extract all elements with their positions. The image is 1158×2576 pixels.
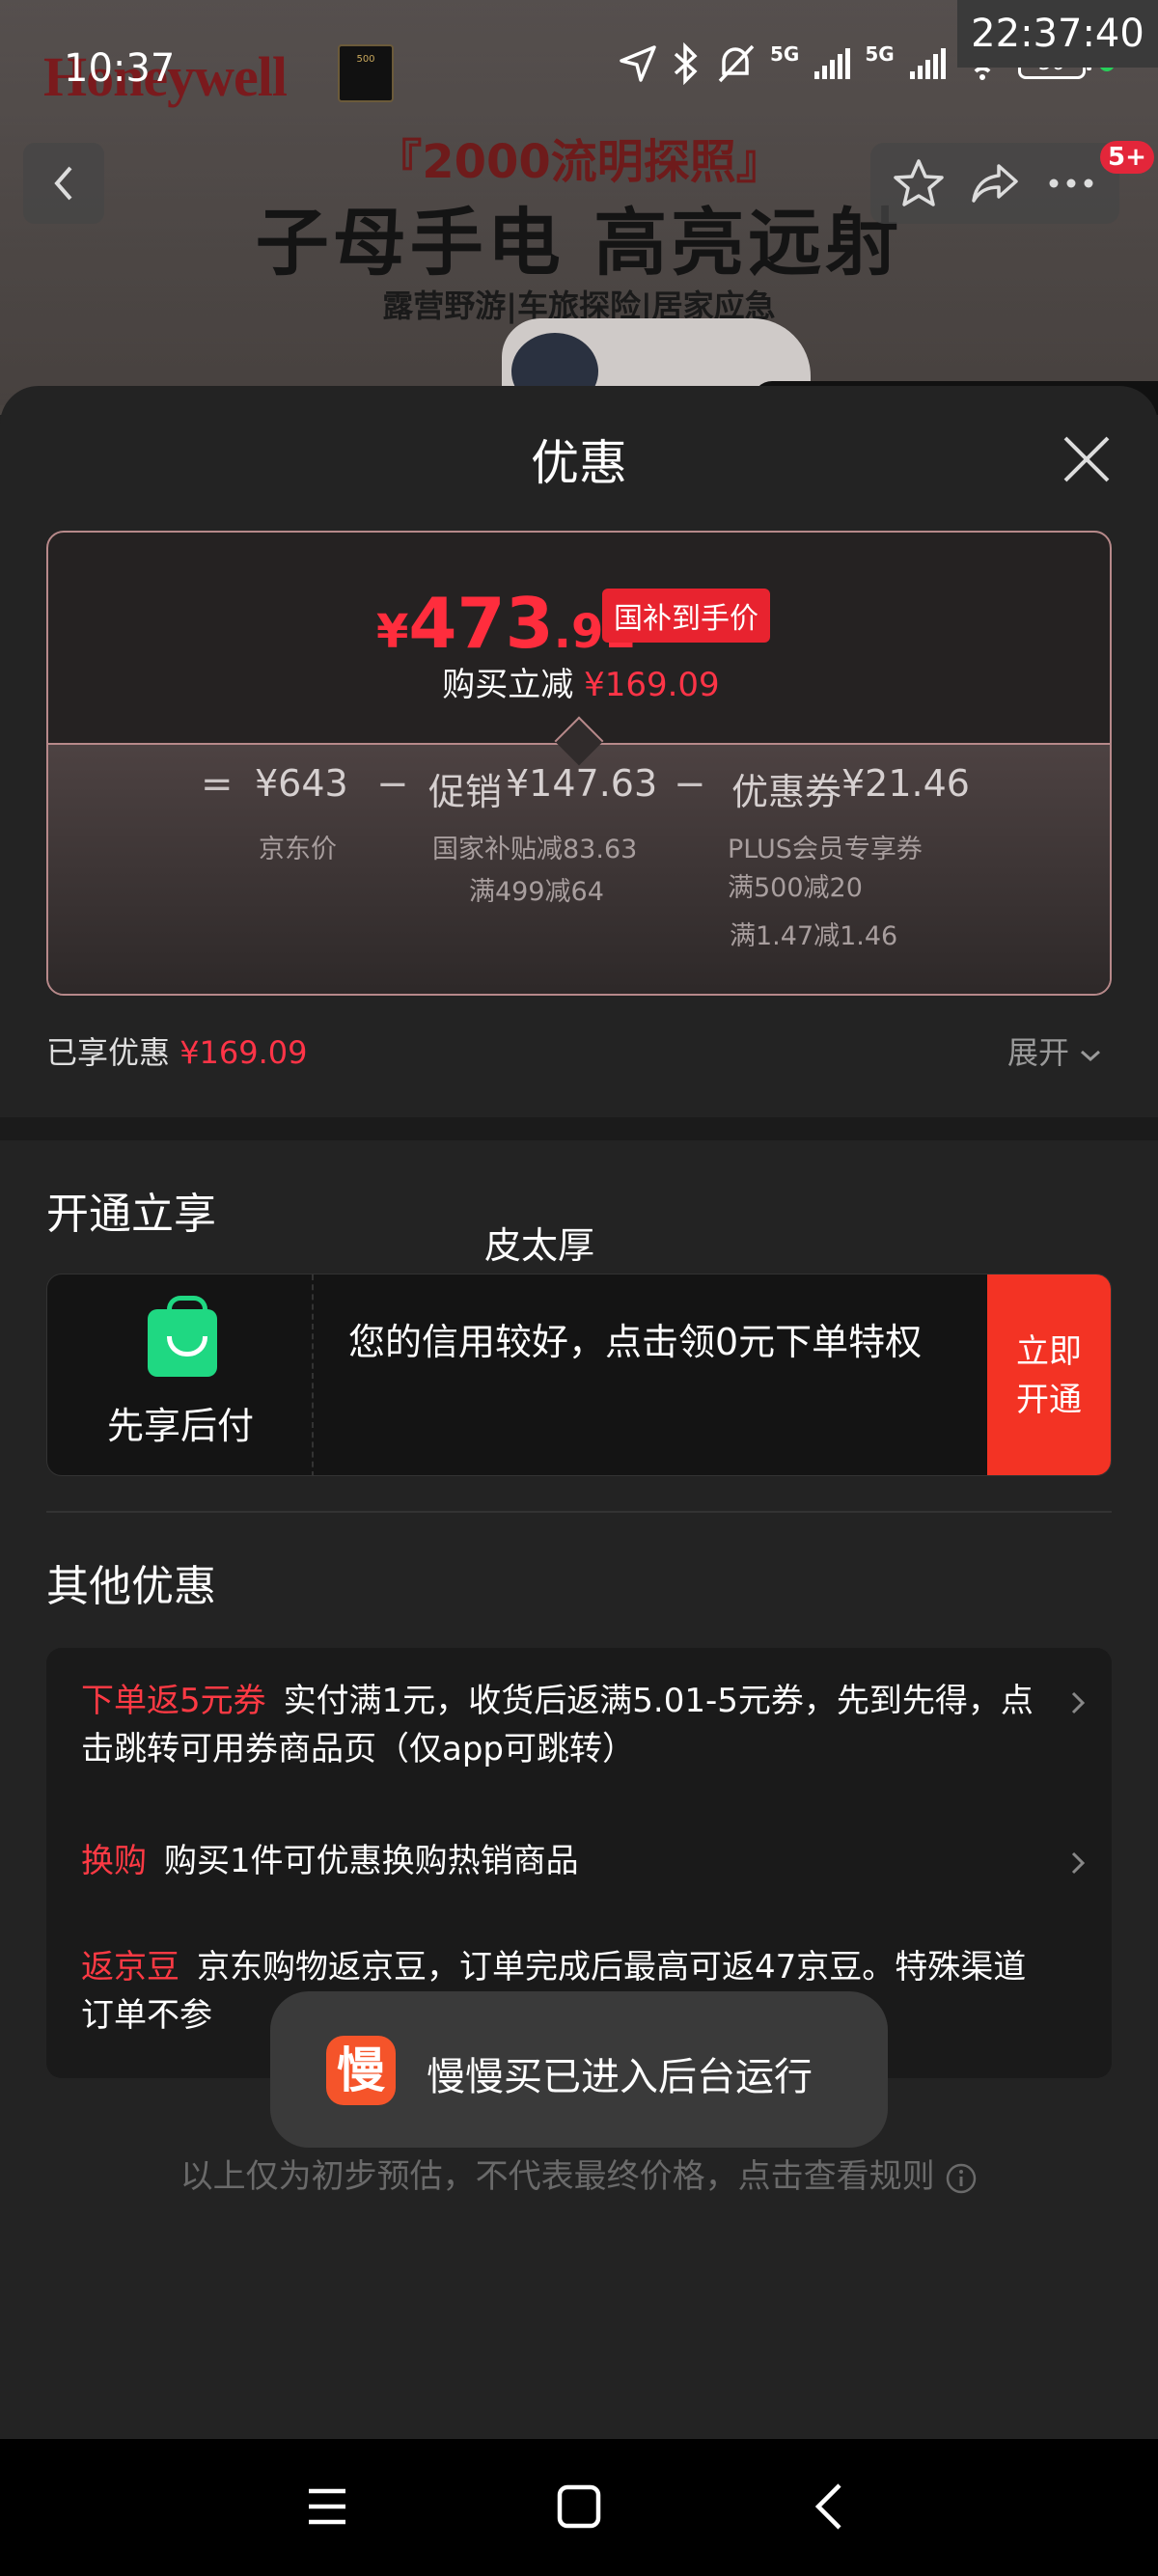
offer-tag: 下单返5元券 bbox=[81, 1682, 266, 1720]
minus-sign-1: − bbox=[376, 762, 409, 807]
star-icon[interactable] bbox=[892, 156, 946, 210]
chevron-left-icon bbox=[54, 166, 72, 201]
pay-later-description: 您的信用较好，点击领0元下单特权 bbox=[348, 1321, 923, 1363]
offer-text: 购买1件可优惠换购热销商品 bbox=[164, 1842, 579, 1880]
share-icon[interactable] bbox=[968, 156, 1022, 210]
more-icon[interactable] bbox=[1044, 156, 1098, 210]
subsidy-price-badge: 国补到手价 bbox=[602, 589, 770, 643]
jd-price-label: 京东价 bbox=[259, 835, 337, 864]
app-logo-icon: 慢 bbox=[326, 2036, 396, 2105]
offer-tag: 换购 bbox=[81, 1842, 147, 1880]
close-icon[interactable] bbox=[1058, 430, 1116, 488]
enjoyed-label: 已享优惠 bbox=[46, 1034, 171, 1071]
promo-value: ¥147.63 bbox=[506, 762, 658, 805]
activate-button[interactable]: 立即 开通 bbox=[987, 1274, 1111, 1475]
reduce-line: 购买立减 ¥169.09 bbox=[48, 658, 1110, 705]
top-actions bbox=[870, 143, 1119, 224]
divider bbox=[46, 1511, 1112, 1513]
expand-button[interactable]: 展开 bbox=[1007, 1028, 1102, 1073]
network-5g-2: 5G bbox=[865, 42, 895, 66]
offer-item-coupon[interactable]: 下单返5元券 实付满1元，收货后返满5.01-5元券，先到先得，点击跳转可用券商品… bbox=[81, 1677, 1056, 1773]
offer-item-exchange[interactable]: 换购 购买1件可优惠换购热销商品 bbox=[81, 1837, 1056, 1885]
reduce-amount: ¥169.09 bbox=[584, 666, 720, 704]
chevron-down-icon bbox=[1081, 1050, 1101, 1062]
signal-icon-2 bbox=[909, 48, 946, 79]
expand-label: 展开 bbox=[1007, 1034, 1070, 1071]
price-integer: 473 bbox=[408, 583, 554, 664]
reduce-label: 购买立减 bbox=[442, 666, 574, 704]
sheet-title: 优惠 bbox=[531, 435, 627, 491]
minus-sign-2: − bbox=[674, 762, 706, 807]
jd-price-value: ¥643 bbox=[255, 762, 348, 805]
pay-later-card[interactable]: 先享后付 您的信用较好，点击领0元下单特权 立即 开通 bbox=[46, 1274, 1112, 1476]
overlay-comment: 皮太厚 bbox=[484, 1224, 595, 1267]
promo-note-2: 满499减64 bbox=[469, 877, 604, 907]
enjoyed-discount: 已享优惠 ¥169.09 bbox=[46, 1028, 308, 1073]
status-time: 10:37 bbox=[64, 46, 176, 91]
bluetooth-icon bbox=[674, 42, 698, 85]
shopping-bag-icon bbox=[148, 1296, 217, 1377]
open-section-title: 开通立享 bbox=[46, 1190, 216, 1239]
offer-tag: 返京豆 bbox=[81, 1948, 179, 1987]
enjoyed-amount: ¥169.09 bbox=[179, 1034, 308, 1071]
activate-label-2: 开通 bbox=[1016, 1381, 1082, 1419]
location-icon bbox=[620, 45, 656, 82]
price-symbol: ¥ bbox=[376, 605, 409, 659]
award-badge-icon: 500 bbox=[338, 44, 394, 102]
coupon-note-1: PLUS会员专享券 bbox=[728, 835, 923, 864]
toast-text: 慢慢买已进入后台运行 bbox=[427, 2055, 813, 2099]
menu-icon[interactable] bbox=[305, 2485, 349, 2528]
final-price: ¥473.91 bbox=[376, 583, 636, 664]
network-5g: 5G bbox=[770, 42, 800, 66]
promo-label: 促销 bbox=[428, 771, 503, 813]
floating-clock: 22:37:40 bbox=[957, 0, 1158, 68]
pay-later-brand: 先享后付 bbox=[47, 1274, 314, 1475]
coupon-label: 优惠券 bbox=[731, 771, 842, 813]
notification-badge: 5+ bbox=[1100, 141, 1154, 174]
chevron-right-icon[interactable] bbox=[1063, 1849, 1092, 1877]
info-icon bbox=[947, 2163, 977, 2193]
price-card: ¥473.91 国补到手价 购买立减 ¥169.09 = ¥643 京东价 − … bbox=[46, 531, 1112, 996]
pay-later-name: 先享后付 bbox=[106, 1405, 254, 1447]
coupon-note-3: 满1.47减1.46 bbox=[730, 921, 898, 951]
back-button[interactable] bbox=[23, 143, 104, 224]
signal-icon bbox=[814, 48, 851, 79]
coupon-note-2: 满500减20 bbox=[728, 873, 863, 903]
activate-label-1: 立即 bbox=[1016, 1332, 1082, 1371]
home-icon[interactable] bbox=[556, 2483, 602, 2530]
system-nav-bar bbox=[0, 2439, 1158, 2576]
promo-note-1: 国家补贴减83.63 bbox=[432, 835, 638, 864]
other-offers-title: 其他优惠 bbox=[46, 1562, 216, 1611]
coupon-value: ¥21.46 bbox=[841, 762, 970, 805]
mute-icon bbox=[718, 44, 755, 83]
back-nav-icon[interactable] bbox=[813, 2481, 845, 2532]
section-divider bbox=[0, 1117, 1158, 1140]
chevron-right-icon[interactable] bbox=[1063, 1688, 1092, 1717]
disclaimer[interactable]: 以上仅为初步预估，不代表最终价格，点击查看规则 bbox=[0, 2150, 1158, 2197]
equals-sign: = bbox=[201, 762, 234, 807]
background-run-toast: 慢 慢慢买已进入后台运行 bbox=[270, 1991, 888, 2148]
disclaimer-text: 以上仅为初步预估，不代表最终价格，点击查看规则 bbox=[179, 2157, 935, 2196]
